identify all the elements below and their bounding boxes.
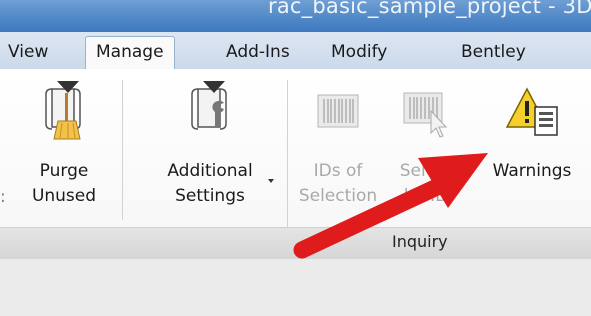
select-by-id-icon <box>401 79 451 145</box>
ids-of-selection-label-line1: IDs of <box>313 161 363 181</box>
tab-add-ins[interactable]: Add-Ins <box>226 38 290 67</box>
warnings-button[interactable]: Warnings <box>474 69 590 227</box>
select-by-id-label-line2: by ID <box>403 186 449 206</box>
warnings-label: Warnings <box>492 161 572 181</box>
additional-settings-label-line1: Additional <box>167 161 253 181</box>
additional-settings-label-line2: Settings <box>175 186 245 206</box>
panel-label-strip <box>0 227 591 259</box>
purge-unused-icon <box>42 79 86 145</box>
truncated-separator-mark: : <box>0 187 6 207</box>
select-by-id-label-line1: Select <box>399 161 453 181</box>
tab-modify[interactable]: Modify <box>331 38 387 67</box>
purge-unused-label-line2: Unused <box>31 186 97 206</box>
chevron-down-icon[interactable] <box>268 179 274 183</box>
additional-settings-button[interactable]: Additional Settings <box>148 69 272 227</box>
ribbon-tab-bar: View Manage Add-Ins Modify Bentley <box>0 32 591 70</box>
warnings-icon <box>505 79 559 143</box>
ids-of-selection-icon <box>315 79 361 139</box>
ribbon-separator <box>122 80 123 220</box>
ids-of-selection-label-line2: Selection <box>298 186 378 206</box>
purge-unused-label-line1: Purge <box>39 161 89 181</box>
title-bar: rac_basic_sample_project - 3D Vie <box>0 0 591 32</box>
ids-of-selection-button[interactable]: IDs of Selection <box>296 69 380 227</box>
tab-bentley[interactable]: Bentley <box>461 38 526 67</box>
purge-unused-button[interactable]: Purge Unused <box>14 69 114 227</box>
select-by-id-button[interactable]: Select by ID <box>384 69 468 227</box>
window-title: rac_basic_sample_project - 3D Vie <box>268 0 591 18</box>
additional-settings-icon <box>188 79 232 145</box>
panel-label-inquiry: Inquiry <box>392 232 448 251</box>
tab-view[interactable]: View <box>8 38 48 67</box>
tab-manage[interactable]: Manage <box>85 36 175 69</box>
